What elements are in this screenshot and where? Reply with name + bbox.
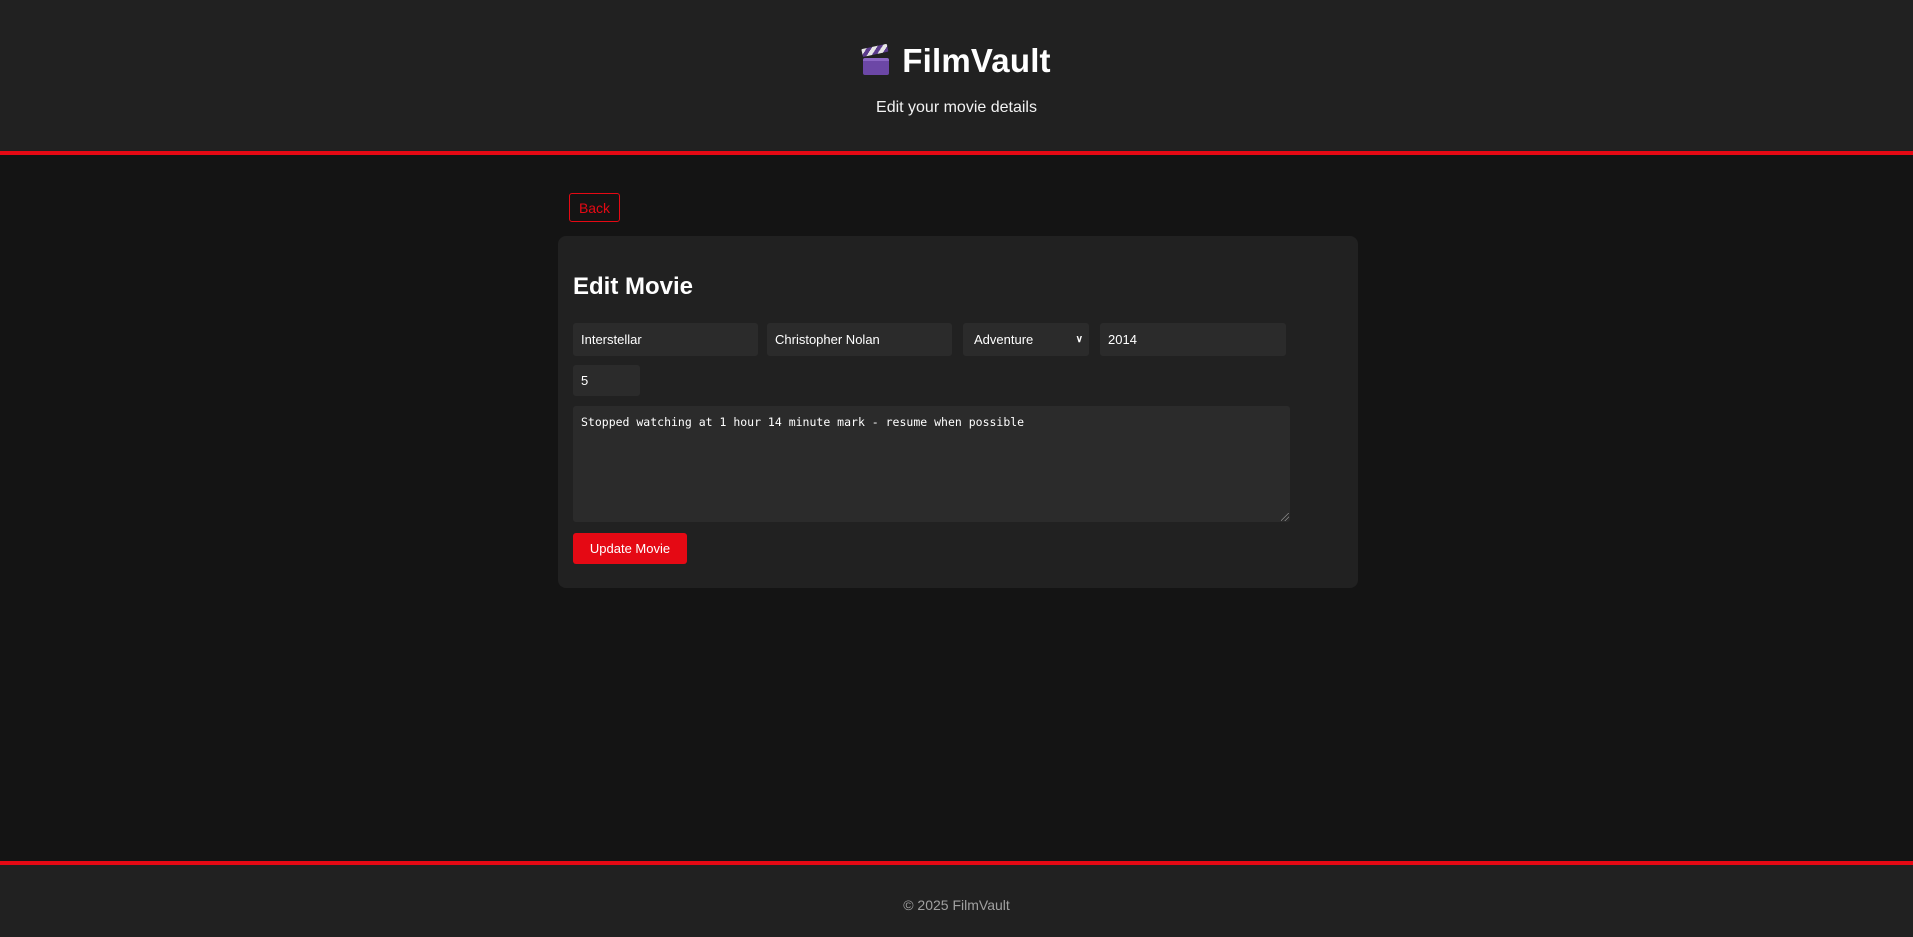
genre-select-value: Adventure bbox=[974, 332, 1034, 347]
notes-textarea-value: Stopped watching at 1 hour 14 minute mar… bbox=[581, 415, 1025, 429]
page: FilmVault Edit your movie details Back E… bbox=[0, 0, 1913, 937]
brand: FilmVault bbox=[0, 42, 1913, 80]
site-subtitle: Edit your movie details bbox=[876, 99, 1037, 116]
director-input[interactable]: Christopher Nolan bbox=[767, 323, 952, 356]
copyright-text: © 2025 FilmVault bbox=[903, 897, 1010, 913]
site-footer: © 2025 FilmVault bbox=[0, 861, 1913, 937]
back-button[interactable]: Back bbox=[569, 193, 620, 222]
chevron-down-icon: ∨ bbox=[1075, 334, 1083, 345]
resize-handle-icon[interactable] bbox=[1281, 513, 1289, 521]
rating-input[interactable]: 5 bbox=[573, 365, 640, 396]
update-movie-button[interactable]: Update Movie bbox=[573, 533, 687, 564]
title-input[interactable]: Interstellar bbox=[573, 323, 758, 356]
director-input-value: Christopher Nolan bbox=[775, 332, 880, 347]
notes-textarea[interactable]: Stopped watching at 1 hour 14 minute mar… bbox=[573, 406, 1290, 522]
form-heading: Edit Movie bbox=[573, 273, 694, 300]
year-input[interactable]: 2014 bbox=[1100, 323, 1286, 356]
clapper-board-icon bbox=[861, 43, 890, 76]
site-header: FilmVault Edit your movie details bbox=[0, 0, 1913, 155]
title-input-value: Interstellar bbox=[581, 332, 642, 347]
year-input-value: 2014 bbox=[1108, 332, 1137, 347]
rating-input-value: 5 bbox=[581, 373, 589, 388]
genre-select[interactable]: Adventure ∨ bbox=[963, 323, 1089, 356]
site-title: FilmVault bbox=[902, 42, 1051, 79]
edit-movie-card: Edit Movie Interstellar Christopher Nola… bbox=[558, 236, 1358, 588]
